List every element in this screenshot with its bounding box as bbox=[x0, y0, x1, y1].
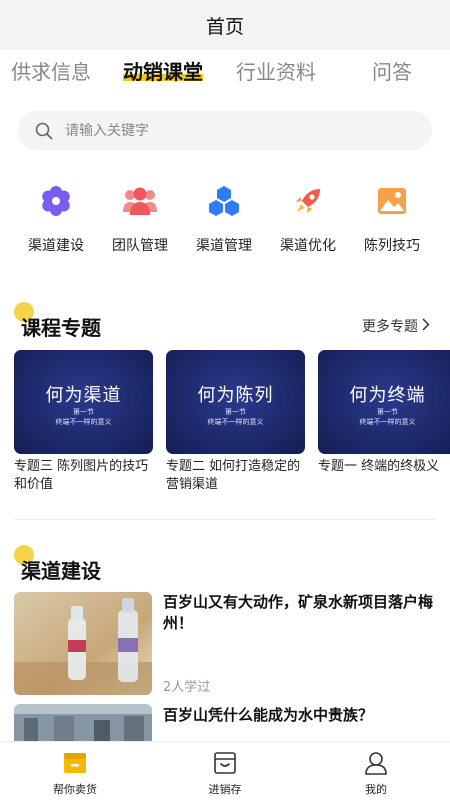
nav-inventory[interactable]: 进销存 bbox=[180, 750, 270, 797]
hexagon-cluster-icon bbox=[206, 183, 242, 219]
course-card[interactable]: 何为终端 第一节 终端不一样的意义 专题一 终端的终极义 bbox=[318, 350, 450, 476]
category-team-management[interactable]: 团队管理 bbox=[98, 183, 182, 255]
course-title: 专题二 如何打造稳定的营销渠道 bbox=[166, 459, 301, 492]
section-divider bbox=[14, 519, 436, 520]
course-cover: 何为渠道 第一节 终端不一样的意义 bbox=[14, 350, 153, 454]
bottom-nav: 帮你卖货 进销存 我的 bbox=[0, 741, 450, 800]
more-topics-link[interactable]: 更多专题 bbox=[362, 316, 430, 336]
tab-industry-data[interactable]: 行业资料 bbox=[236, 56, 316, 85]
top-bar: 首页 bbox=[0, 0, 450, 50]
tab-sales-class[interactable]: 动销课堂 bbox=[123, 56, 203, 85]
channel-section-header: 渠道建设 bbox=[0, 545, 450, 585]
chevron-right-icon bbox=[422, 317, 430, 335]
category-channel-management[interactable]: 渠道管理 bbox=[182, 183, 266, 255]
article-title: 百岁山又有大动作，矿泉水新项目落户梅州！ bbox=[163, 593, 434, 632]
page-title: 首页 bbox=[205, 15, 244, 38]
image-icon bbox=[374, 183, 410, 219]
section-title: 课程专题 bbox=[21, 316, 101, 340]
flower-gear-icon bbox=[38, 183, 74, 219]
course-card[interactable]: 何为陈列 第一节 终端不一样的意义 专题二 如何打造稳定的营销渠道 bbox=[166, 350, 305, 494]
category-display-tips[interactable]: 陈列技巧 bbox=[350, 183, 434, 255]
course-card[interactable]: 何为渠道 第一节 终端不一样的意义 专题三 陈列图片的技巧和价值 bbox=[14, 350, 153, 494]
tab-supply-info[interactable]: 供求信息 bbox=[11, 56, 91, 85]
nav-mine[interactable]: 我的 bbox=[331, 750, 421, 797]
category-channel-building[interactable]: 渠道建设 bbox=[14, 183, 98, 255]
article-title: 百岁山凭什么能成为水中贵族？ bbox=[163, 706, 374, 724]
article-thumbnail bbox=[14, 704, 152, 741]
user-icon bbox=[363, 750, 389, 776]
article-thumbnail bbox=[14, 592, 152, 695]
shop-box-icon bbox=[62, 750, 88, 776]
section-title: 渠道建设 bbox=[21, 559, 101, 583]
search-bar[interactable] bbox=[18, 111, 432, 150]
topics-section-header: 课程专题 更多专题 bbox=[0, 302, 450, 342]
article-learners: 2人学过 bbox=[163, 680, 211, 695]
nav-sell-for-you[interactable]: 帮你卖货 bbox=[30, 750, 120, 797]
team-icon bbox=[122, 183, 158, 219]
tab-qa[interactable]: 问答 bbox=[372, 56, 412, 85]
search-icon bbox=[35, 122, 53, 140]
category-grid: 渠道建设 团队管理 渠道管理 渠道优化 陈列技巧 bbox=[0, 183, 450, 263]
category-channel-optimization[interactable]: 渠道优化 bbox=[266, 183, 350, 255]
article-item[interactable]: 百岁山凭什么能成为水中贵族？ bbox=[14, 704, 436, 741]
course-title: 专题一 终端的终极义 bbox=[318, 459, 440, 474]
app-screen: 首页 供求信息 动销课堂 行业资料 问答 请输入关键字 渠道建设 团队管理 渠道… bbox=[0, 0, 450, 800]
inventory-icon bbox=[212, 750, 238, 776]
course-cover: 何为终端 第一节 终端不一样的意义 bbox=[318, 350, 450, 454]
article-item[interactable]: 百岁山又有大动作，矿泉水新项目落户梅州！ 2人学过 bbox=[14, 592, 436, 695]
course-carousel[interactable]: 何为渠道 第一节 终端不一样的意义 专题三 陈列图片的技巧和价值 何为陈列 第一… bbox=[0, 350, 450, 500]
course-title: 专题三 陈列图片的技巧和价值 bbox=[14, 459, 149, 492]
search-input[interactable] bbox=[65, 122, 405, 139]
course-cover: 何为陈列 第一节 终端不一样的意义 bbox=[166, 350, 305, 454]
tab-bar: 供求信息 动销课堂 行业资料 问答 bbox=[0, 56, 450, 92]
rocket-icon bbox=[290, 183, 326, 219]
